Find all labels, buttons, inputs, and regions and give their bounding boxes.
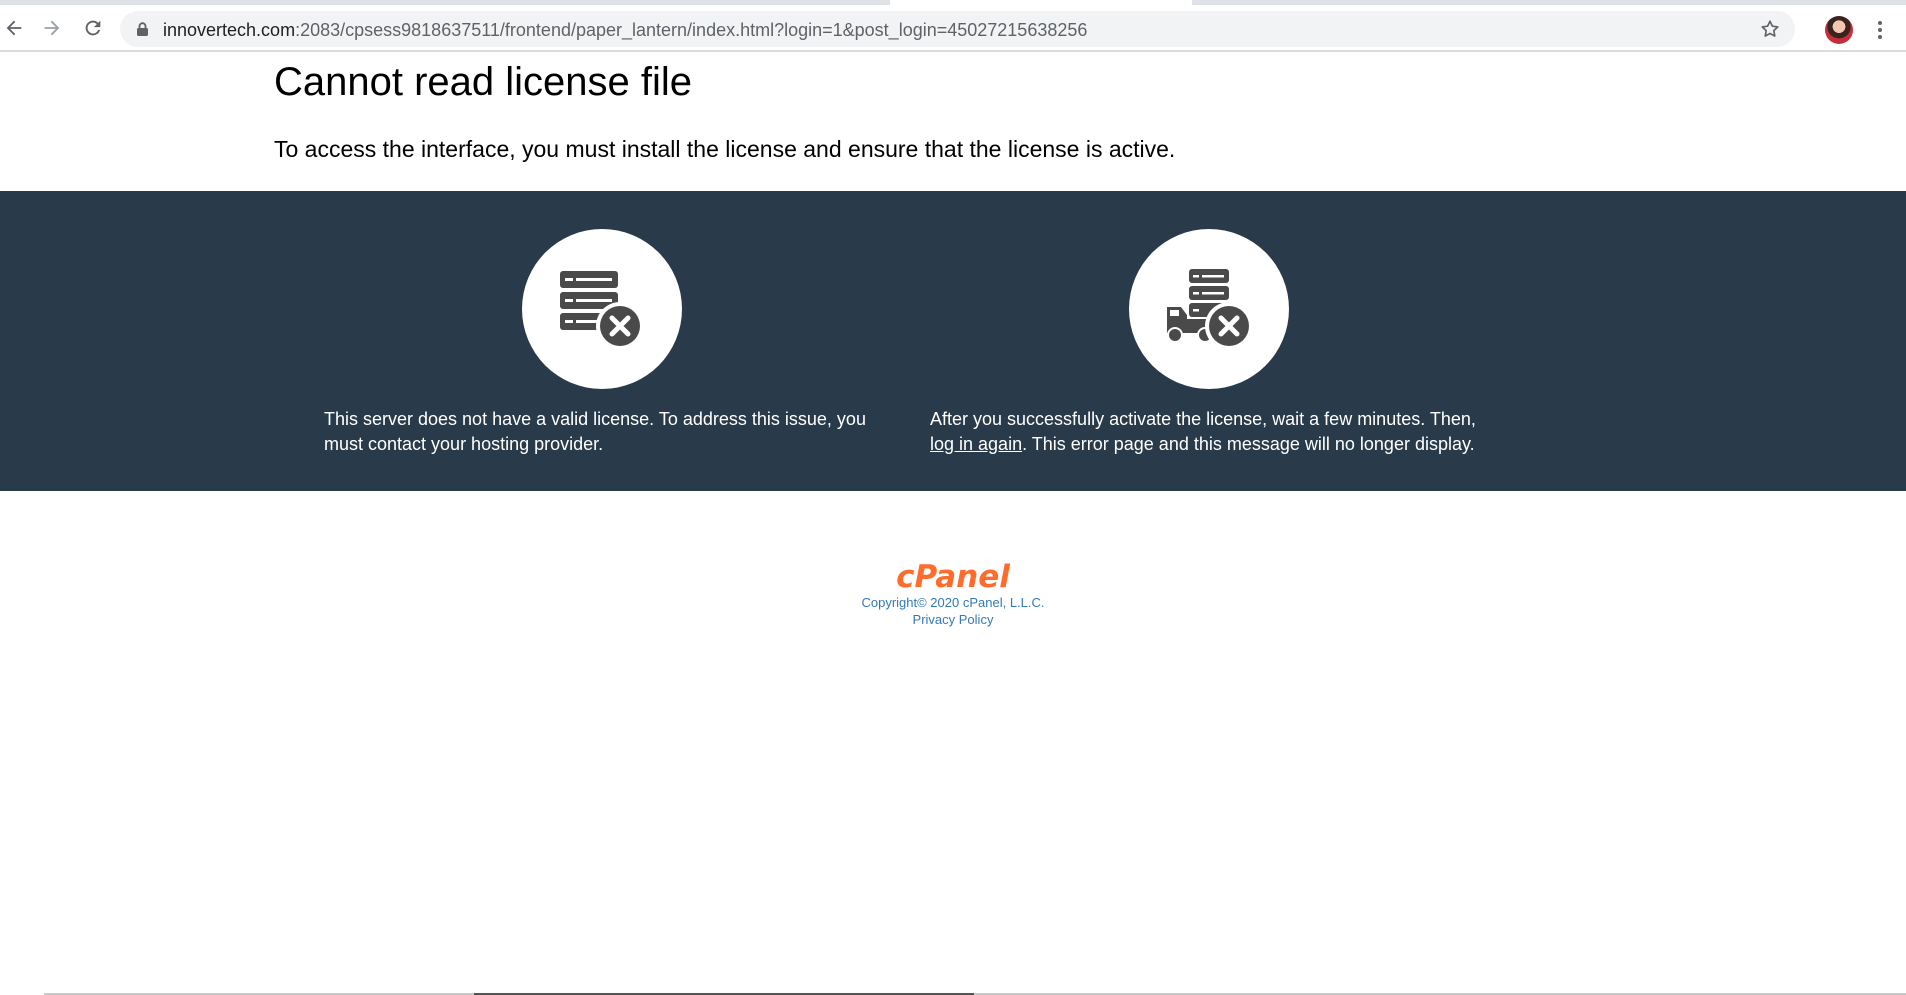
intro-text: To access the interface, you must instal… xyxy=(274,136,1176,162)
browser-menu-button[interactable] xyxy=(1868,16,1892,44)
page-footer: cPanel Copyright© 2020 cPanel, L.L.C. Pr… xyxy=(0,560,1906,628)
license-panel-left: This server does not have a valid licens… xyxy=(324,191,884,491)
profile-avatar[interactable] xyxy=(1825,16,1853,44)
server-error-icon-circle xyxy=(522,229,682,389)
three-dots-icon xyxy=(1878,21,1882,25)
url-host: innovertech.com xyxy=(163,20,296,40)
copyright-text: Copyright© 2020 cPanel, L.L.C. xyxy=(861,595,1045,610)
menu-dot xyxy=(1878,35,1882,39)
address-bar[interactable]: innovertech.com:2083/cpsess9818637511/fr… xyxy=(120,11,1795,47)
license-info-band: This server does not have a valid licens… xyxy=(0,191,1906,491)
url-path: :2083/cpsess9818637511/frontend/paper_la… xyxy=(295,20,1088,40)
star-icon[interactable] xyxy=(1759,18,1781,40)
cpanel-logo: cPanel xyxy=(896,559,1010,595)
right-panel-text-after: . This error page and this message will … xyxy=(1022,434,1475,454)
right-panel-text: After you successfully activate the lice… xyxy=(930,407,1490,457)
reload-icon xyxy=(85,20,101,36)
page-content: Cannot read license file To access the i… xyxy=(0,54,1906,995)
forward-button[interactable] xyxy=(38,14,66,42)
right-panel-text-before: After you successfully activate the lice… xyxy=(930,409,1476,429)
arrow-left-icon xyxy=(6,20,22,36)
page-title: Cannot read license file xyxy=(274,60,693,104)
log-in-again-link[interactable]: log in again xyxy=(930,434,1022,454)
left-panel-text: This server does not have a valid licens… xyxy=(324,409,866,454)
menu-dot xyxy=(1878,28,1882,32)
browser-toolbar: innovertech.com:2083/cpsess9818637511/fr… xyxy=(0,6,1906,52)
arrow-right-icon xyxy=(44,20,60,36)
truck-server-error-icon-circle xyxy=(1129,229,1289,389)
lock-icon xyxy=(137,22,148,36)
inactive-tab-left[interactable] xyxy=(0,0,890,5)
inactive-tab-right[interactable] xyxy=(1192,0,1906,5)
license-panel-right: After you successfully activate the lice… xyxy=(930,191,1490,491)
server-error-icon xyxy=(560,271,644,350)
privacy-policy-link[interactable]: Privacy Policy xyxy=(0,611,1906,628)
back-button[interactable] xyxy=(0,14,28,42)
url-text: innovertech.com:2083/cpsess9818637511/fr… xyxy=(163,20,1087,41)
reload-button[interactable] xyxy=(79,14,107,42)
truck-server-error-icon xyxy=(1167,269,1253,350)
